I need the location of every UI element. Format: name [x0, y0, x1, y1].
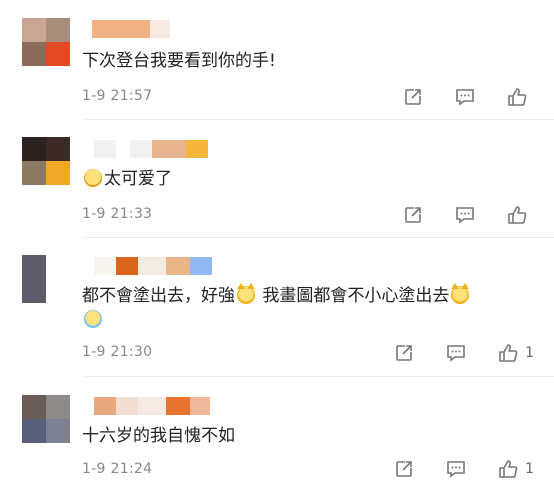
comment-text: 太可爱了 [82, 166, 534, 192]
comment-icon [447, 461, 465, 478]
avatar[interactable] [22, 18, 70, 66]
share-icon [405, 89, 421, 105]
like-button[interactable]: 1 [497, 342, 534, 364]
share-icon [396, 461, 412, 477]
comment-item: 都不會塗出去，好強 我畫圖都會不小心塗出去 1-9 21:30 1 [0, 237, 554, 387]
avatar-tile [46, 18, 70, 42]
cat-emoji-icon [237, 283, 255, 304]
comment-item: 下次登台我要看到你的手! 1-9 21:57 [0, 0, 554, 120]
comment-text-content: 下次登台我要看到你的手! [82, 51, 276, 71]
avatar-tile [22, 42, 46, 66]
username[interactable] [82, 140, 208, 158]
share-icon [396, 345, 412, 361]
avatar-tile [22, 395, 46, 419]
thumbs-up-icon [508, 206, 527, 224]
cat-emoji-icon [451, 283, 470, 304]
like-count: 1 [525, 345, 534, 361]
comment-button[interactable] [445, 458, 467, 480]
avatar[interactable] [22, 255, 46, 303]
crying-emoji-icon [84, 310, 102, 328]
avatar-tile [46, 419, 70, 443]
like-button[interactable] [506, 86, 534, 108]
comment-actions: 1 [363, 458, 534, 480]
username[interactable] [82, 257, 212, 275]
share-button[interactable] [402, 204, 424, 226]
comment-actions [372, 86, 534, 108]
comment-text: 十六岁的我自愧不如 [82, 423, 534, 449]
comment-text-line2 [82, 307, 534, 333]
username[interactable] [82, 397, 210, 415]
timestamp: 1-9 21:24 [82, 461, 153, 477]
username[interactable] [82, 20, 170, 38]
like-count: 1 [525, 461, 534, 477]
avatar-tile [22, 161, 46, 185]
timestamp: 1-9 21:30 [82, 344, 153, 360]
comment-button[interactable] [445, 342, 467, 364]
comment-actions: 1 [363, 342, 534, 364]
avatar-tile [46, 42, 70, 66]
like-button[interactable]: 1 [497, 458, 534, 480]
comment-text-content: 我畫圖都會不小心塗出去 [257, 286, 450, 306]
avatar-tile [46, 137, 70, 161]
comment-icon [456, 207, 474, 224]
comment-item: 太可爱了 1-9 21:33 [0, 120, 554, 240]
thumbs-up-icon [499, 344, 518, 362]
laughing-emoji-icon [84, 169, 102, 187]
like-button[interactable] [506, 204, 534, 226]
comment-button[interactable] [454, 86, 476, 108]
avatar-tile [22, 18, 46, 42]
avatar-tile [46, 395, 70, 419]
share-button[interactable] [402, 86, 424, 108]
comment-text: 都不會塗出去，好強 我畫圖都會不小心塗出去 [82, 283, 534, 309]
avatar[interactable] [22, 137, 70, 185]
comment-actions [372, 204, 534, 226]
share-button[interactable] [393, 458, 415, 480]
avatar-tile [22, 137, 46, 161]
timestamp: 1-9 21:33 [82, 206, 153, 222]
comment-icon [447, 345, 465, 362]
timestamp: 1-9 21:57 [82, 88, 153, 104]
comment-text-content: 都不會塗出去，好強 [82, 286, 235, 306]
avatar[interactable] [22, 395, 70, 443]
comment-item: 十六岁的我自愧不如 1-9 21:24 1 [0, 377, 554, 490]
comment-icon [456, 89, 474, 106]
share-button[interactable] [393, 342, 415, 364]
avatar-tile [22, 419, 46, 443]
comment-button[interactable] [454, 204, 476, 226]
comment-text-content: 十六岁的我自愧不如 [82, 426, 235, 446]
thumbs-up-icon [499, 460, 518, 478]
avatar-tile [46, 161, 70, 185]
comment-text-content: 太可爱了 [104, 169, 172, 189]
share-icon [405, 207, 421, 223]
thumbs-up-icon [508, 88, 527, 106]
comment-text: 下次登台我要看到你的手! [82, 48, 534, 74]
